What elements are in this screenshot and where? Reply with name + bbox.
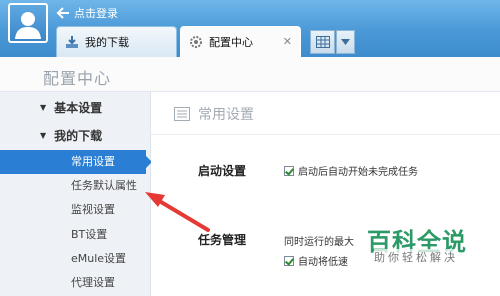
back-login-button[interactable]: 点击登录 [56,4,118,22]
page-header: 配置中心 [0,57,500,92]
section-header: 常用设置 [174,104,254,124]
sidebar-item-proxy-settings[interactable]: 代理设置 [0,271,146,295]
auto-low-speed-checkbox[interactable]: 自动将低速 [284,253,348,268]
settings-panel: 常用设置 启动设置 启动后自动开始未完成任务 任务管理 同时运行的最大 自动将低… [151,92,500,296]
sidebar-item-emule-settings[interactable]: eMule设置 [0,247,146,271]
back-login-label: 点击登录 [74,7,118,20]
sidebar-item-monitor-settings[interactable]: 监视设置 [0,198,146,222]
section-title: 常用设置 [198,107,254,123]
watermark-subtitle: 助你轻松解决 [374,249,458,265]
grid-icon [315,36,330,48]
tab-label: 配置中心 [209,36,253,49]
sidebar-group-basic-settings[interactable]: ▼ 基本设置 [40,98,102,116]
triangle-down-icon: ▼ [40,130,47,140]
checkbox-box[interactable] [284,165,294,176]
task-management-label: 任务管理 [198,233,247,247]
sidebar-item-common-settings[interactable]: 常用设置 [0,150,152,174]
divider [151,134,500,135]
user-icon [15,12,41,39]
page-title: 配置中心 [43,69,112,88]
triangle-down-icon: ▼ [40,102,47,112]
auto-start-unfinished-checkbox[interactable]: 启动后自动开始未完成任务 [284,163,418,178]
sidebar-group-label: 我的下载 [54,128,103,143]
sidebar: ▼ 基本设置 ▼ 我的下载 常用设置 任务默认属性 监视设置 BT设置 eMul… [0,92,152,296]
checkbox-label: 启动后自动开始未完成任务 [298,167,418,178]
list-icon [174,107,190,121]
checkbox-label: 自动将低速 [298,257,348,268]
sidebar-item-bt-settings[interactable]: BT设置 [0,223,146,247]
gear-icon [189,35,203,49]
sidebar-group-my-downloads[interactable]: ▼ 我的下载 [40,126,102,144]
avatar[interactable] [8,3,48,43]
chevron-down-icon [341,39,350,45]
tab-my-downloads[interactable]: 我的下载 [56,26,177,57]
tab-config-center[interactable]: 配置中心 ✕ [180,26,301,57]
startup-settings-label: 启动设置 [198,164,247,178]
sidebar-item-task-defaults[interactable]: 任务默认属性 [0,174,146,198]
download-icon [65,35,79,49]
checkbox-box[interactable] [284,255,294,266]
title-bar: 点击登录 我的下载 配置中心 ✕ [0,0,500,57]
max-concurrent-text: 同时运行的最大 [284,237,354,248]
view-toggle-button[interactable] [310,30,335,54]
sidebar-group-label: 基本设置 [54,100,103,115]
view-dropdown-button[interactable] [336,30,355,54]
tab-label: 我的下载 [85,36,129,49]
back-arrow-icon [56,7,69,19]
close-icon[interactable]: ✕ [283,35,292,48]
